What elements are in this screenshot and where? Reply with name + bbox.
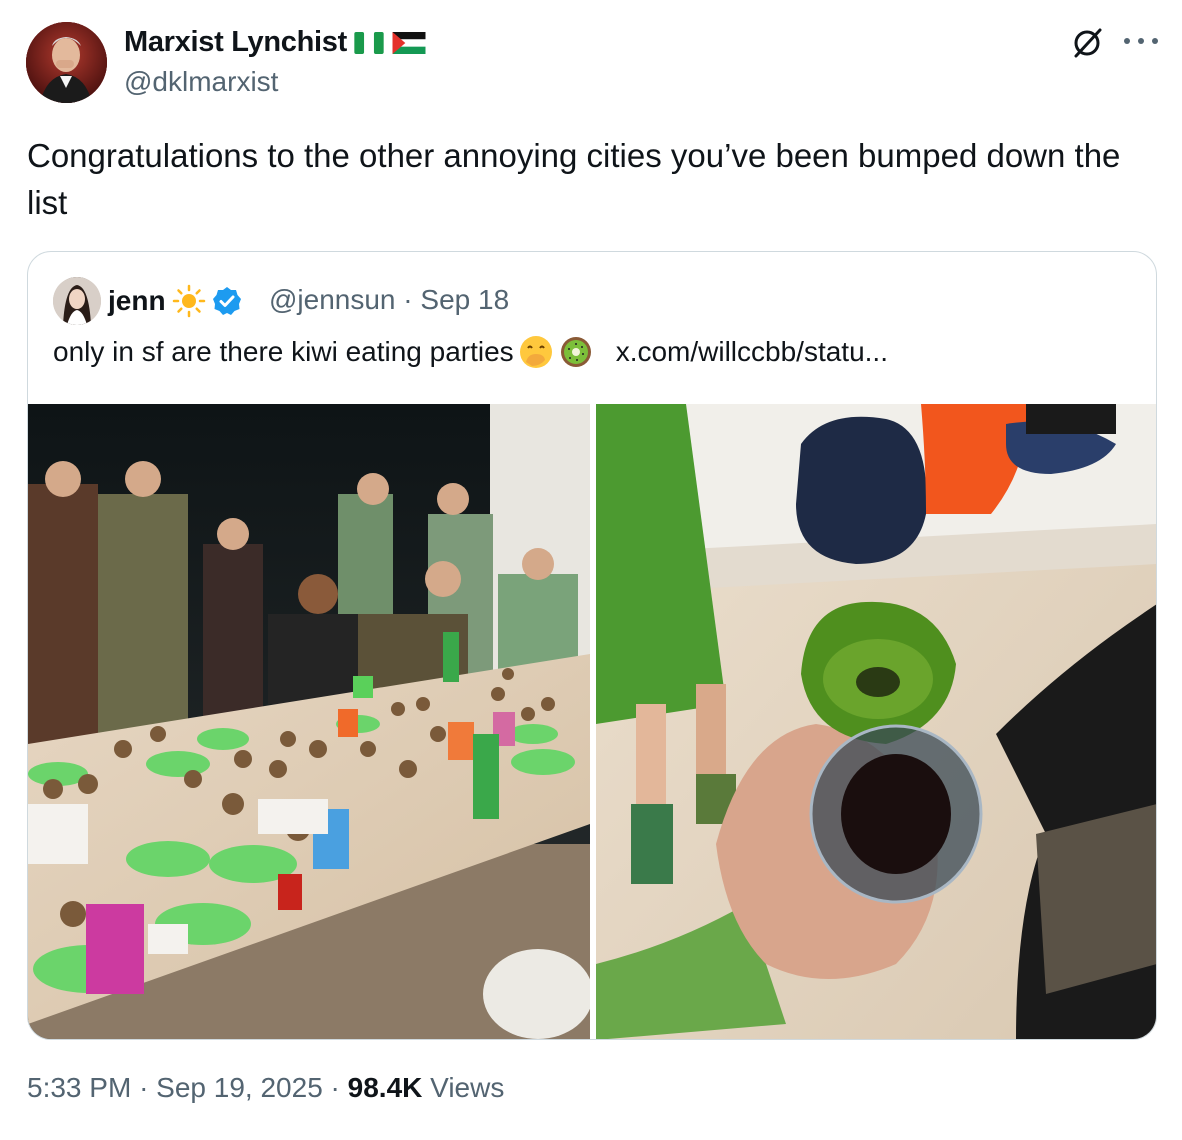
kiwi-party-table-photo[interactable]: [28, 404, 590, 1039]
quoted-tweet-card[interactable]: jenn @jennsun · Sep 18 only in sf are th…: [27, 251, 1157, 1040]
tweet-date[interactable]: Sep 19, 2025: [156, 1072, 323, 1103]
quote-date[interactable]: Sep 18: [420, 284, 509, 315]
grok-icon[interactable]: [1068, 24, 1106, 62]
kiwi-emoji-icon: [560, 337, 591, 367]
quote-text: only in sf are there kiwi eating parties: [53, 336, 514, 367]
quote-meta: @jennsun · Sep 18: [269, 284, 509, 316]
tweet-time[interactable]: 5:33 PM: [27, 1072, 131, 1103]
more-options-icon[interactable]: [1124, 38, 1158, 48]
sun-emoji-icon: [172, 284, 205, 318]
quote-author-name[interactable]: jenn: [108, 284, 242, 318]
author-name-text: Marxist Lynchist: [124, 26, 347, 58]
palestine-flag-icon: [392, 31, 426, 54]
views-count[interactable]: 98.4K: [348, 1072, 423, 1103]
views-label: Views: [430, 1072, 505, 1103]
quote-author-avatar[interactable]: [53, 277, 101, 325]
quote-separator: ·: [403, 284, 413, 315]
quote-author-name-text: jenn: [108, 285, 166, 316]
face-with-hand-over-mouth-emoji-icon: [519, 336, 552, 368]
author-display-name[interactable]: Marxist Lynchist: [124, 26, 427, 59]
footer-separator-1: ·: [139, 1072, 149, 1103]
footer-separator-2: ·: [330, 1072, 340, 1103]
quote-link[interactable]: x.com/willccbb/statu...: [616, 336, 888, 368]
tweet-text: Congratulations to the other annoying ci…: [27, 137, 1121, 221]
kiwi-shot-photo[interactable]: [596, 404, 1156, 1039]
author-handle[interactable]: @dklmarxist: [124, 66, 278, 98]
verified-badge-icon: [212, 287, 241, 315]
quote-author-handle[interactable]: @jennsun: [269, 284, 396, 315]
quote-text-row: only in sf are there kiwi eating parties…: [53, 334, 888, 370]
nigeria-flag-icon: [354, 31, 384, 54]
tweet-footer: 5:33 PM · Sep 19, 2025 · 98.4K Views: [27, 1072, 504, 1104]
author-avatar[interactable]: [26, 22, 107, 103]
